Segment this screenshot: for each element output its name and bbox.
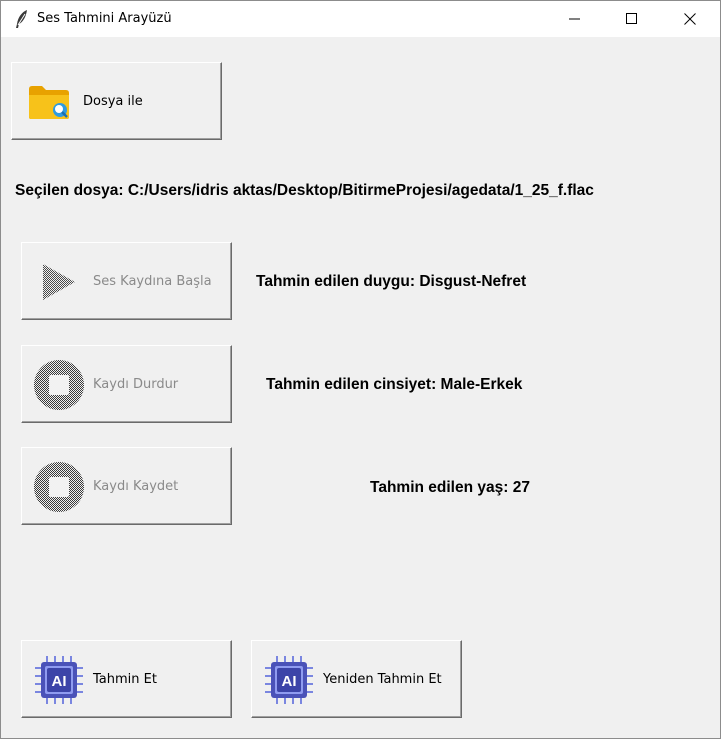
age-result: Tahmin edilen yaş: 27 (370, 479, 530, 496)
window-title: Ses Tahmini Arayüzü (37, 11, 172, 26)
open-file-label: Dosya ile (83, 94, 143, 109)
stop-recording-button[interactable]: Kaydı Durdur (21, 345, 232, 423)
emotion-result: Tahmin edilen duygu: Disgust-Nefret (256, 273, 527, 290)
selected-file-text: Seçilen dosya: C:/Users/idris aktas/Desk… (15, 182, 594, 199)
repredict-label: Yeniden Tahmin Et (323, 672, 442, 687)
app-window: Ses Tahmini Arayüzü Dosya ile Seçilen do… (0, 0, 721, 739)
minimize-icon (569, 18, 580, 20)
stop-icon (34, 360, 84, 410)
folder-search-icon (29, 86, 69, 119)
feather-icon (16, 10, 27, 28)
save-recording-button[interactable]: Kaydı Kaydet (21, 447, 232, 525)
start-recording-label: Ses Kaydına Başla (93, 274, 212, 289)
predict-button[interactable]: AI Tahmin Et (21, 640, 232, 718)
close-icon (684, 13, 696, 25)
title-bar: Ses Tahmini Arayüzü (1, 1, 720, 37)
stop-recording-label: Kaydı Durdur (93, 377, 179, 392)
predict-label: Tahmin Et (93, 672, 157, 687)
open-file-button[interactable]: Dosya ile (11, 62, 222, 140)
maximize-icon (626, 13, 637, 24)
repredict-button[interactable]: AI Yeniden Tahmin Et (251, 640, 462, 718)
maximize-button[interactable] (609, 1, 655, 37)
svg-text:AI: AI (52, 673, 67, 690)
minimize-button[interactable] (552, 1, 598, 37)
svg-text:AI: AI (282, 673, 297, 690)
gender-result: Tahmin edilen cinsiyet: Male-Erkek (266, 376, 523, 393)
ai-chip-icon: AI (35, 656, 83, 704)
ai-chip-icon: AI (265, 656, 313, 704)
start-recording-button[interactable]: Ses Kaydına Başla (21, 242, 232, 320)
stop-icon (34, 462, 84, 512)
play-icon (43, 264, 75, 300)
close-button[interactable] (667, 1, 713, 37)
save-recording-label: Kaydı Kaydet (93, 479, 179, 494)
